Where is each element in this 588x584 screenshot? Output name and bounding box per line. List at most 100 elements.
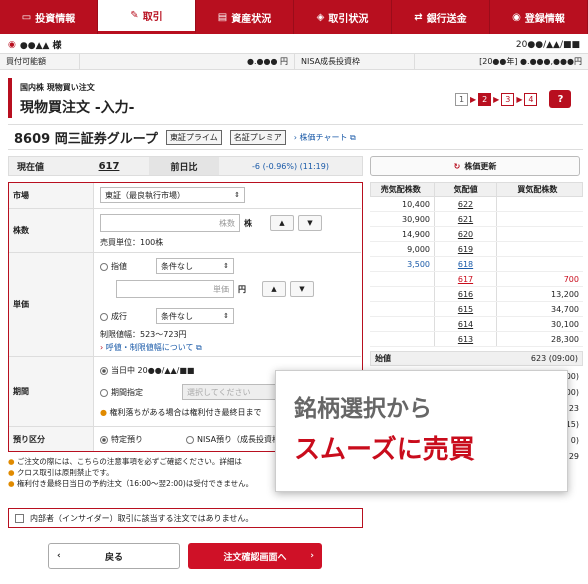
note-item: ● 権利付き最終日当日の予約注文（16:00〜翌2:00)は受付できません。	[8, 479, 254, 488]
arrow-icon: ▶	[470, 94, 477, 104]
order-book-row: 617 700	[370, 272, 583, 287]
back-button[interactable]: ‹ 戻る	[48, 543, 180, 569]
updown-icon: ⇕	[223, 262, 229, 270]
period-note: ● 権利落ちがある場合は権利付き最終日まで	[100, 408, 262, 417]
warning-icon: ●	[100, 408, 107, 417]
order-book-row: 9,000 619	[370, 242, 583, 257]
warning-icon: ●	[8, 457, 15, 466]
price-input[interactable]: 単価	[116, 280, 234, 298]
price-level[interactable]: 616	[434, 287, 497, 301]
price-label: 現在値	[17, 162, 45, 173]
period-label: 期間	[9, 357, 94, 426]
yen-unit: 円	[238, 285, 246, 294]
order-book-value: 23	[568, 404, 579, 413]
quantity-down-button[interactable]: ▼	[298, 215, 322, 231]
tick-size-link[interactable]: › 呼値・制限値幅について ⧉	[100, 342, 202, 353]
market-tag-prime: 東証プライム	[165, 129, 222, 145]
period-select[interactable]: 選択してください	[182, 384, 282, 400]
order-book-row: 30,900 621	[370, 212, 583, 227]
nav-bank-transfer[interactable]: ⇄ 銀行送金	[392, 0, 490, 34]
buying-power-value: ●.●●● 円	[80, 53, 295, 70]
confirm-order-button[interactable]: 注文確認画面へ ›	[188, 543, 322, 569]
market-tag-premier: 名証プレミア	[229, 129, 286, 145]
open-price-row: 始値 623 (09:00)	[370, 351, 583, 366]
order-book-row: 614 30,100	[370, 317, 583, 332]
change-label: 前日比	[149, 157, 219, 175]
price-change: -6 (-0.96%) (11:19)	[252, 161, 329, 171]
price-level[interactable]: 620	[434, 227, 497, 241]
order-book-row: 10,400 622	[370, 197, 583, 212]
current-price[interactable]: 617	[69, 161, 149, 172]
transfer-icon: ⇄	[414, 11, 423, 23]
note-item: ● ご注文の際には、こちらの注意事項を必ずご確認ください。詳細は	[8, 457, 242, 466]
stock-name: 8609 岡三証券グループ	[14, 131, 158, 147]
quantity-input[interactable]: 株数	[100, 214, 240, 232]
price-level[interactable]: 617	[434, 272, 497, 286]
account-name: ●●▲▲ 様	[19, 41, 62, 51]
order-book-header: 売気配株数 気配値 買気配株数	[370, 182, 583, 197]
nisa-account-radio[interactable]: NISA預り（成長投資枠）	[186, 434, 288, 445]
help-button[interactable]: ?	[549, 90, 572, 108]
price-type-label: 単価	[9, 253, 94, 356]
price-level[interactable]: 615	[434, 302, 497, 316]
chevron-right-icon: ›	[310, 551, 314, 561]
nav-trade-status[interactable]: ◈ 取引状況	[294, 0, 392, 34]
order-book-value: 29	[568, 452, 579, 461]
account-bar: ◉ ●●▲▲ 様 20●●/▲▲/■■	[0, 36, 588, 54]
step-indicator: 1 ▶ 2 ▶ 3 ▶ 4 ?	[455, 90, 572, 108]
person-icon: ◉	[512, 11, 521, 23]
quantity-unit: 株	[244, 219, 252, 228]
limit-condition-select[interactable]: 条件なし ⇕	[156, 258, 234, 274]
step-3: 3	[501, 92, 515, 106]
stock-chart-link[interactable]: › 株価チャート ⧉	[294, 132, 356, 143]
price-level[interactable]: 618	[434, 257, 497, 271]
step-2: 2	[478, 92, 492, 106]
market-condition-select[interactable]: 条件なし ⇕	[156, 308, 234, 324]
price-level[interactable]: 621	[434, 212, 497, 226]
nav-registration[interactable]: ◉ 登録情報	[490, 0, 588, 34]
quantity-up-button[interactable]: ▲	[270, 215, 294, 231]
specific-account-radio[interactable]: 特定預り	[100, 434, 143, 445]
warning-icon: ●	[8, 479, 15, 488]
price-down-button[interactable]: ▼	[290, 281, 314, 297]
warning-icon: ●	[8, 468, 15, 477]
price-level[interactable]: 613	[434, 332, 497, 346]
today-radio[interactable]: 当日中 20●●/▲▲/■■	[100, 365, 195, 376]
nav-trade[interactable]: ✎ 取引	[98, 0, 196, 34]
period-spec-radio[interactable]: 期間指定	[100, 387, 143, 398]
refresh-price-button[interactable]: ↻ 株価更新	[370, 156, 580, 176]
order-book-row: 616 13,200	[370, 287, 583, 302]
top-nav: ▭ 投資情報 ✎ 取引 ▤ 資産状況 ◈ 取引状況 ⇄ 銀行送金 ◉ 登録情報	[0, 0, 588, 34]
order-book-row: 615 34,700	[370, 302, 583, 317]
stock-header: 8609 岡三証券グループ 東証プライム 名証プレミア › 株価チャート ⧉	[8, 124, 583, 150]
nisa-value: [20●●年] ●.●●●,●●●円	[479, 57, 582, 66]
nav-assets[interactable]: ▤ 資産状況	[196, 0, 294, 34]
updown-icon: ⇕	[223, 312, 229, 320]
refresh-icon: ↻	[453, 161, 461, 171]
tag-icon: ◈	[316, 11, 325, 23]
price-level[interactable]: 622	[434, 197, 497, 211]
monitor-icon: ▭	[21, 11, 32, 23]
price-level[interactable]: 619	[434, 242, 497, 256]
pen-icon: ✎	[130, 10, 139, 21]
market-select[interactable]: 東証（最良執行市場） ⇕	[100, 187, 245, 203]
price-up-button[interactable]: ▲	[262, 281, 286, 297]
user-icon: ◉	[8, 39, 16, 50]
price-bar: 現在値 617 前日比 -6 (-0.96%) (11:19)	[8, 156, 363, 176]
promo-line-1: 銘柄選択から	[294, 396, 432, 422]
limit-range-text: 制限値幅：523〜723円	[100, 330, 187, 339]
order-book-row: 14,900 620	[370, 227, 583, 242]
document-icon: ▤	[217, 11, 228, 23]
limit-radio[interactable]: 指値	[100, 261, 127, 272]
nav-investment-info[interactable]: ▭ 投資情報	[0, 0, 98, 34]
price-level[interactable]: 614	[434, 317, 497, 331]
nisa-label: NISA成長投資枠	[295, 53, 415, 70]
updown-icon: ⇕	[234, 191, 240, 199]
chevron-left-icon: ‹	[57, 551, 61, 561]
market-order-radio[interactable]: 成行	[100, 311, 127, 322]
buying-power-label: 買付可能額	[0, 53, 80, 70]
insider-checkbox[interactable]: 内部者（インサイダー）取引に該当する注文ではありません。	[8, 508, 363, 528]
quantity-row: 株数 株数 株 ▲ ▼ 売買単位：100株	[9, 209, 361, 253]
trading-unit: 売買単位：100株	[100, 238, 164, 247]
order-book-value: 0)	[570, 436, 579, 445]
